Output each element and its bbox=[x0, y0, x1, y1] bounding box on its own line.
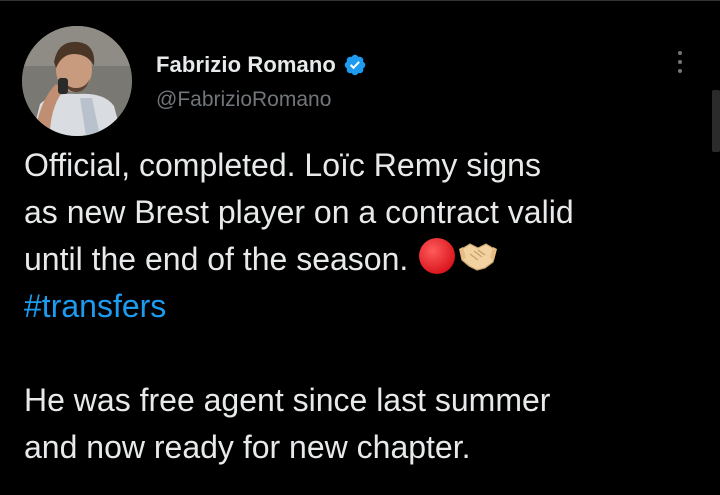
red-circle-icon bbox=[419, 238, 456, 274]
more-options-icon[interactable] bbox=[670, 48, 690, 76]
handle[interactable]: @FabrizioRomano bbox=[156, 88, 367, 112]
tweet-line-with-emoji: until the end of the season. bbox=[24, 236, 704, 283]
tweet-line: as new Brest player on a contract valid bbox=[24, 194, 574, 230]
hashtag-link[interactable]: #transfers bbox=[24, 283, 704, 330]
top-divider bbox=[0, 0, 720, 1]
tweet-line: Official, completed. Loïc Remy signs bbox=[24, 147, 541, 183]
display-name[interactable]: Fabrizio Romano bbox=[156, 52, 336, 78]
avatar-photo bbox=[22, 26, 132, 136]
handshake-icon bbox=[459, 243, 498, 271]
tweet-line: and now ready for new chapter. bbox=[24, 429, 471, 465]
avatar[interactable] bbox=[22, 26, 132, 136]
name-row: Fabrizio Romano bbox=[156, 50, 367, 80]
tweet-line: until the end of the season. bbox=[24, 241, 409, 277]
verified-badge-icon bbox=[344, 54, 366, 76]
tweet-text: Official, completed. Loïc Remy signs as … bbox=[24, 142, 704, 471]
author-block: Fabrizio Romano @FabrizioRomano bbox=[156, 50, 367, 112]
scrollbar-thumb[interactable] bbox=[712, 90, 720, 152]
tweet-line: He was free agent since last summer bbox=[24, 382, 551, 418]
